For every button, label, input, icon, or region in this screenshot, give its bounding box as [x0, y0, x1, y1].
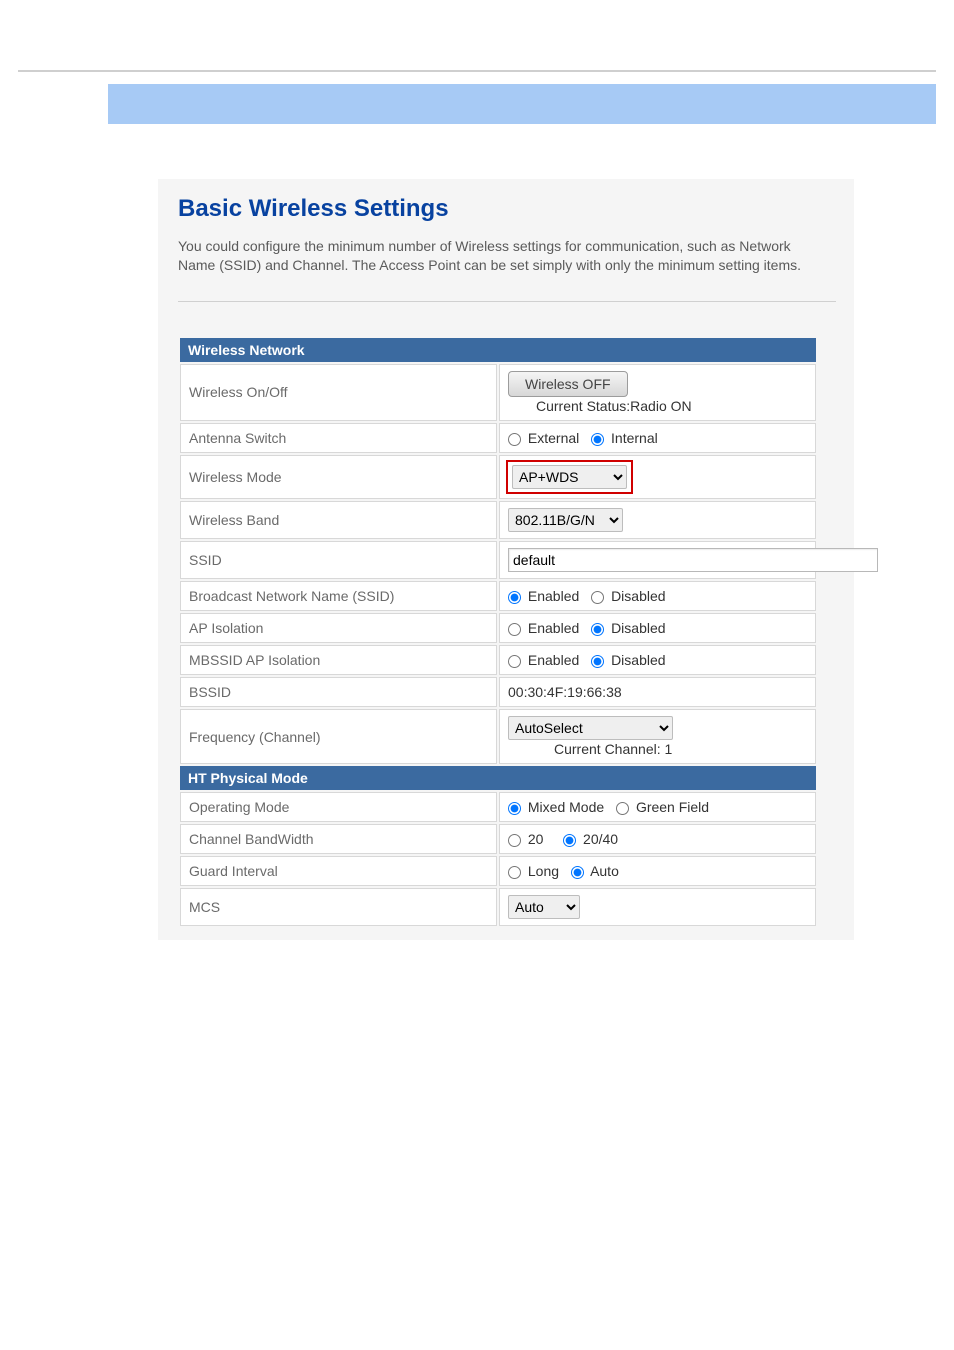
guard-auto-label[interactable]: Auto	[571, 863, 619, 879]
opmode-green-text: Green Field	[636, 799, 709, 815]
label-frequency: Frequency (Channel)	[180, 709, 497, 764]
label-ap-isolation: AP Isolation	[180, 613, 497, 643]
row-bssid: BSSID 00:30:4F:19:66:38	[180, 677, 816, 707]
mbssid-disabled-text: Disabled	[611, 652, 665, 668]
guard-auto-text: Auto	[590, 863, 619, 879]
wireless-band-select[interactable]: 802.11B/G/N	[508, 508, 623, 532]
bw-20-text: 20	[528, 831, 544, 847]
opmode-green-radio[interactable]	[616, 802, 629, 815]
row-wireless-band: Wireless Band 802.11B/G/N	[180, 501, 816, 539]
frequency-select[interactable]: AutoSelect	[508, 716, 673, 740]
mbssid-enabled-text: Enabled	[528, 652, 579, 668]
row-operating-mode: Operating Mode Mixed Mode Green Field	[180, 792, 816, 822]
page-title: Basic Wireless Settings	[178, 195, 836, 223]
guard-long-text: Long	[528, 863, 559, 879]
top-divider	[18, 70, 936, 72]
opmode-mixed-radio[interactable]	[508, 802, 521, 815]
mcs-select[interactable]: Auto	[508, 895, 580, 919]
guard-long-radio[interactable]	[508, 866, 521, 879]
guard-auto-radio[interactable]	[571, 866, 584, 879]
ap-iso-enabled-text: Enabled	[528, 620, 579, 636]
antenna-internal-label[interactable]: Internal	[591, 430, 658, 446]
row-antenna-switch: Antenna Switch External Internal	[180, 423, 816, 453]
broadcast-disabled-label[interactable]: Disabled	[591, 588, 665, 604]
antenna-external-text: External	[528, 430, 579, 446]
section-ht-physical: HT Physical Mode	[180, 766, 816, 790]
content-panel: Basic Wireless Settings You could config…	[158, 179, 854, 940]
label-operating-mode: Operating Mode	[180, 792, 497, 822]
label-broadcast-ssid: Broadcast Network Name (SSID)	[180, 581, 497, 611]
antenna-internal-radio[interactable]	[591, 433, 604, 446]
label-guard-interval: Guard Interval	[180, 856, 497, 886]
row-guard-interval: Guard Interval Long Auto	[180, 856, 816, 886]
row-broadcast-ssid: Broadcast Network Name (SSID) Enabled Di…	[180, 581, 816, 611]
label-mcs: MCS	[180, 888, 497, 926]
header-blue-bar	[108, 84, 936, 124]
broadcast-enabled-label[interactable]: Enabled	[508, 588, 583, 604]
label-bssid: BSSID	[180, 677, 497, 707]
frequency-status: Current Channel: 1	[554, 741, 672, 757]
ap-iso-disabled-radio[interactable]	[591, 623, 604, 636]
mbssid-enabled-label[interactable]: Enabled	[508, 652, 583, 668]
section-heading-ht-physical: HT Physical Mode	[180, 766, 816, 790]
label-antenna-switch: Antenna Switch	[180, 423, 497, 453]
wireless-off-button[interactable]: Wireless OFF	[508, 371, 628, 397]
ap-iso-enabled-label[interactable]: Enabled	[508, 620, 583, 636]
bw-2040-text: 20/40	[583, 831, 618, 847]
guard-long-label[interactable]: Long	[508, 863, 563, 879]
wireless-status: Current Status:Radio ON	[536, 398, 692, 414]
mbssid-enabled-radio[interactable]	[508, 655, 521, 668]
row-mcs: MCS Auto	[180, 888, 816, 926]
antenna-external-radio[interactable]	[508, 433, 521, 446]
ap-iso-disabled-text: Disabled	[611, 620, 665, 636]
row-mbssid-isolation: MBSSID AP Isolation Enabled Disabled	[180, 645, 816, 675]
bw-2040-radio[interactable]	[563, 834, 576, 847]
label-wireless-band: Wireless Band	[180, 501, 497, 539]
row-ssid: SSID	[180, 541, 816, 579]
ssid-input[interactable]	[508, 548, 878, 572]
row-channel-bandwidth: Channel BandWidth 20 20/40	[180, 824, 816, 854]
label-mbssid-isolation: MBSSID AP Isolation	[180, 645, 497, 675]
label-wireless-mode: Wireless Mode	[180, 455, 497, 499]
mbssid-disabled-radio[interactable]	[591, 655, 604, 668]
bssid-value: 00:30:4F:19:66:38	[499, 677, 816, 707]
wireless-mode-highlight: AP+WDS	[506, 460, 633, 494]
opmode-green-label[interactable]: Green Field	[616, 799, 709, 815]
label-ssid: SSID	[180, 541, 497, 579]
section-divider	[178, 301, 836, 302]
ap-iso-enabled-radio[interactable]	[508, 623, 521, 636]
settings-table: Wireless Network Wireless On/Off Wireles…	[178, 336, 818, 929]
ap-iso-disabled-label[interactable]: Disabled	[591, 620, 665, 636]
page-intro: You could configure the minimum number o…	[178, 237, 818, 275]
row-wireless-onoff: Wireless On/Off Wireless OFF Current Sta…	[180, 364, 816, 421]
bw-2040-label[interactable]: 20/40	[563, 831, 618, 847]
label-wireless-onoff: Wireless On/Off	[180, 364, 497, 421]
wireless-mode-select[interactable]: AP+WDS	[512, 465, 627, 489]
opmode-mixed-label[interactable]: Mixed Mode	[508, 799, 608, 815]
bw-20-label[interactable]: 20	[508, 831, 547, 847]
broadcast-disabled-radio[interactable]	[591, 591, 604, 604]
bw-20-radio[interactable]	[508, 834, 521, 847]
row-ap-isolation: AP Isolation Enabled Disabled	[180, 613, 816, 643]
opmode-mixed-text: Mixed Mode	[528, 799, 604, 815]
mbssid-disabled-label[interactable]: Disabled	[591, 652, 665, 668]
antenna-external-label[interactable]: External	[508, 430, 583, 446]
label-channel-bandwidth: Channel BandWidth	[180, 824, 497, 854]
section-heading-wireless-network: Wireless Network	[180, 338, 816, 362]
antenna-internal-text: Internal	[611, 430, 658, 446]
broadcast-enabled-radio[interactable]	[508, 591, 521, 604]
section-wireless-network: Wireless Network	[180, 338, 816, 362]
broadcast-disabled-text: Disabled	[611, 588, 665, 604]
row-frequency: Frequency (Channel) AutoSelect Current C…	[180, 709, 816, 764]
broadcast-enabled-text: Enabled	[528, 588, 579, 604]
row-wireless-mode: Wireless Mode AP+WDS	[180, 455, 816, 499]
